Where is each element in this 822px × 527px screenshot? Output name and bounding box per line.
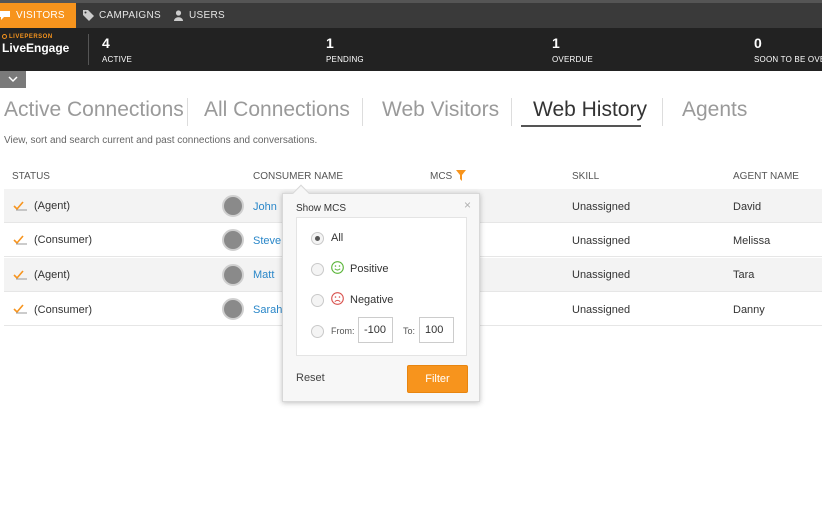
tab-all-connections[interactable]: All Connections <box>204 98 350 126</box>
from-label: From: <box>331 326 355 336</box>
radio-positive[interactable] <box>311 263 324 276</box>
popup-arrow <box>292 184 310 202</box>
status-check-icon <box>13 235 27 245</box>
consumer-name-link[interactable]: Matt <box>253 269 274 281</box>
avatar <box>222 298 244 320</box>
from-input[interactable]: -100 <box>358 317 393 343</box>
divider <box>88 34 89 65</box>
nav-visitors[interactable]: VISITORS <box>0 3 76 28</box>
stat-soon-overdue-value: 0 <box>754 36 762 51</box>
tab-web-history[interactable]: Web History <box>533 98 647 126</box>
close-icon[interactable]: × <box>464 198 471 212</box>
to-label: To: <box>403 326 416 336</box>
stat-soon-overdue-label: SOON TO BE OVERDUE <box>754 55 822 64</box>
skill-cell: Unassigned <box>572 235 631 247</box>
page-subtitle: View, sort and search current and past c… <box>4 135 318 146</box>
header-skill[interactable]: SKILL <box>572 171 599 182</box>
chat-bubble-icon <box>0 10 11 21</box>
stat-overdue-value: 1 <box>552 35 560 51</box>
consumer-name-link[interactable]: Steve <box>253 235 281 247</box>
reset-button[interactable]: Reset <box>296 372 325 384</box>
header-agent-name[interactable]: AGENT NAME <box>733 171 799 182</box>
chevron-down-icon <box>8 76 18 83</box>
agent-cell: David <box>733 201 762 213</box>
status-cell: (Consumer) <box>34 304 93 316</box>
tab-agents[interactable]: Agents <box>682 98 747 126</box>
header-mcs[interactable]: MCS <box>430 171 452 182</box>
avatar <box>222 195 244 217</box>
option-negative-label: Negative <box>350 294 394 306</box>
stat-overdue-label: OVERDUE <box>552 55 593 64</box>
tab-separator <box>511 98 512 126</box>
stat-pending-label: PENDING <box>326 55 364 64</box>
nav-visitors-label: VISITORS <box>16 10 65 21</box>
filter-icon[interactable] <box>456 170 466 181</box>
nav-users-label: USERS <box>189 10 225 21</box>
status-check-icon <box>13 270 27 280</box>
status-cell: (Agent) <box>34 269 71 281</box>
collapse-button[interactable] <box>0 71 26 88</box>
stat-soon-overdue[interactable]: 0 SOON TO BE OVERDUE <box>754 36 822 64</box>
skill-cell: Unassigned <box>572 201 631 213</box>
nav-campaigns[interactable]: CAMPAIGNS <box>83 3 161 28</box>
to-input[interactable]: 100 <box>419 317 454 343</box>
tag-icon <box>83 10 94 21</box>
brand-name: LiveEngage <box>2 41 70 56</box>
mcs-filter-popup: Show MCS × All Positive Negative From: T… <box>282 184 480 402</box>
skill-cell: Unassigned <box>572 269 631 281</box>
stats-bar: LIVEPERSON LiveEngage 4 ACTIVE 1 PENDING… <box>0 28 822 71</box>
status-cell: (Consumer) <box>34 234 93 246</box>
tab-separator <box>662 98 663 126</box>
avatar <box>222 264 244 286</box>
header-status[interactable]: STATUS <box>12 171 50 182</box>
consumer-name-link[interactable]: John <box>253 201 277 213</box>
agent-cell: Danny <box>733 304 765 316</box>
stat-overdue[interactable]: 1 OVERDUE <box>552 35 593 65</box>
user-icon <box>173 10 184 21</box>
stat-pending[interactable]: 1 PENDING <box>326 35 364 65</box>
top-nav: VISITORS CAMPAIGNS USERS <box>0 0 822 28</box>
tab-separator <box>187 98 188 126</box>
sad-face-icon <box>331 292 344 305</box>
liveengage-logo: LIVEPERSON LiveEngage <box>2 34 88 64</box>
tab-web-visitors[interactable]: Web Visitors <box>382 98 499 126</box>
option-all-label: All <box>331 232 344 244</box>
status-check-icon <box>13 201 27 211</box>
stat-active[interactable]: 4 ACTIVE <box>102 35 133 65</box>
nav-users[interactable]: USERS <box>173 3 225 28</box>
status-check-icon <box>13 304 27 314</box>
filter-button[interactable]: Filter <box>407 365 468 393</box>
status-cell: (Agent) <box>34 200 71 212</box>
brand-small: LIVEPERSON <box>9 34 53 41</box>
radio-negative[interactable] <box>311 294 324 307</box>
radio-all[interactable] <box>311 232 324 245</box>
agent-cell: Tara <box>733 269 755 281</box>
radio-range[interactable] <box>311 325 324 338</box>
agent-cell: Melissa <box>733 235 771 247</box>
stat-active-value: 4 <box>102 35 110 51</box>
active-tab-underline <box>521 125 641 127</box>
header-consumer-name[interactable]: CONSUMER NAME <box>253 171 343 182</box>
option-positive-label: Positive <box>350 263 389 275</box>
consumer-name-link[interactable]: Sarah <box>253 304 282 316</box>
smiley-icon <box>331 261 344 274</box>
stat-active-label: ACTIVE <box>102 55 133 64</box>
stat-pending-value: 1 <box>326 35 334 51</box>
skill-cell: Unassigned <box>572 304 631 316</box>
avatar <box>222 229 244 251</box>
nav-campaigns-label: CAMPAIGNS <box>99 10 161 21</box>
tab-active-connections[interactable]: Active Connections <box>4 98 184 126</box>
tab-separator <box>362 98 363 126</box>
popup-title: Show MCS <box>296 203 347 214</box>
